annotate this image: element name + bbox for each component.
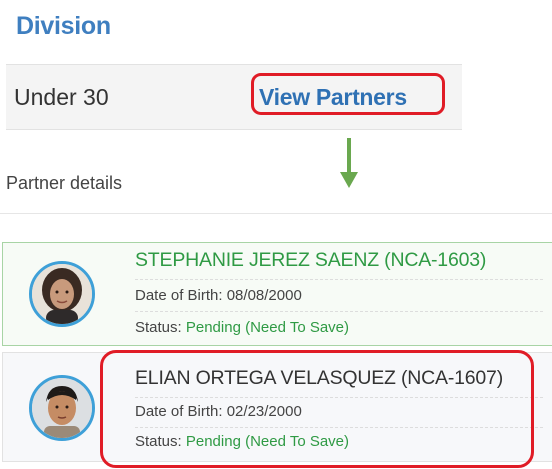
divider: [135, 311, 543, 312]
down-arrow-icon: [340, 138, 358, 188]
dob-value: 08/08/2000: [226, 287, 302, 304]
avatar: [29, 261, 95, 327]
division-row: Under 30 View Partners: [6, 64, 462, 130]
partner-card[interactable]: STEPHANIE JEREZ SAENZ (NCA-1603) Date of…: [2, 242, 552, 346]
avatar-image: [32, 378, 92, 438]
division-value: Under 30: [14, 84, 109, 110]
view-partners-link[interactable]: View Partners: [259, 84, 407, 111]
status-value: Pending (Need To Save): [185, 319, 350, 336]
selected-partner-highlight: [100, 350, 534, 468]
avatar: [29, 375, 95, 441]
status-label: Status:: [135, 319, 186, 336]
divider: [135, 279, 543, 280]
avatar-image: [32, 264, 92, 324]
section-divider: [0, 213, 552, 214]
partner-details-label: Partner details: [6, 173, 123, 193]
date-of-birth: Date of Birth: 08/08/2000: [135, 287, 302, 304]
page: Division Under 30 View Partners Partner …: [0, 0, 552, 469]
status: Status: Pending (Need To Save): [135, 319, 349, 336]
partner-name[interactable]: STEPHANIE JEREZ SAENZ (NCA-1603): [135, 249, 486, 272]
dob-label: Date of Birth:: [135, 287, 227, 304]
division-heading: Division: [16, 12, 111, 40]
